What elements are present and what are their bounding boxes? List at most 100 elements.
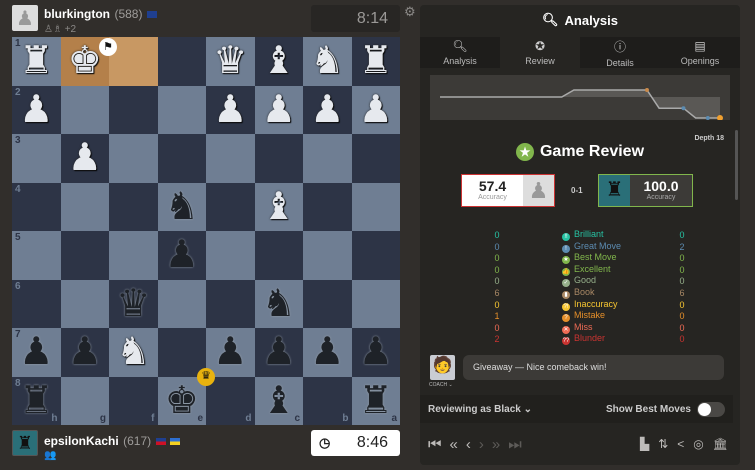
white-bishop-icon[interactable]: ♝ — [262, 42, 296, 80]
square-c2[interactable]: ♟ — [254, 85, 303, 134]
square-g3[interactable]: ♟ — [60, 134, 109, 183]
black-pawn-icon[interactable]: ♟ — [213, 333, 247, 371]
white-knight-icon[interactable]: ♞ — [310, 42, 344, 80]
square-f2[interactable] — [109, 85, 158, 134]
square-b2[interactable]: ♟ — [303, 85, 352, 134]
white-pawn-icon[interactable]: ♟ — [359, 91, 393, 129]
square-e7[interactable] — [157, 328, 206, 377]
square-g7[interactable]: ♟ — [60, 328, 109, 377]
eval-marker[interactable] — [681, 106, 686, 111]
bottom-player-avatar[interactable]: ♜ — [12, 430, 38, 456]
square-a6[interactable] — [351, 279, 400, 328]
black-pawn-icon[interactable]: ♟ — [359, 333, 393, 371]
square-h1[interactable]: 1 ♜ — [12, 37, 61, 86]
square-e3[interactable] — [157, 134, 206, 183]
square-h6[interactable]: 6 — [12, 279, 61, 328]
square-b4[interactable] — [303, 182, 352, 231]
square-e6[interactable] — [157, 279, 206, 328]
target-icon[interactable]: ◎ — [693, 437, 703, 451]
square-c6[interactable]: ♞ — [254, 279, 303, 328]
black-knight-icon[interactable]: ♞ — [165, 188, 199, 226]
top-player-name[interactable]: blurkington — [44, 7, 110, 21]
square-h7[interactable]: 7 ♟ — [12, 328, 61, 377]
show-best-moves-toggle[interactable] — [697, 401, 725, 417]
reviewing-as-dropdown[interactable]: Reviewing as Black ⌄ — [428, 404, 532, 415]
museum-icon[interactable]: 🏛︎ — [713, 437, 728, 451]
bar-chart-icon[interactable]: ▙ — [640, 437, 649, 451]
black-rook-icon[interactable]: ♜ — [19, 382, 53, 420]
square-c7[interactable]: ♟ — [254, 328, 303, 377]
square-d5[interactable] — [206, 231, 255, 280]
share-icon[interactable]: < — [677, 437, 684, 451]
top-player-avatar[interactable]: ♟ — [12, 5, 38, 31]
white-knight-icon[interactable]: ♞ — [116, 333, 150, 371]
square-a3[interactable] — [351, 134, 400, 183]
square-e1[interactable] — [157, 37, 206, 86]
square-f5[interactable] — [109, 231, 158, 280]
square-c8[interactable]: c ♝ — [254, 376, 303, 425]
square-b5[interactable] — [303, 231, 352, 280]
square-a8[interactable]: a ♜ — [351, 376, 400, 425]
square-a4[interactable] — [351, 182, 400, 231]
square-g4[interactable] — [60, 182, 109, 231]
black-king-icon[interactable]: ♚ — [165, 382, 199, 420]
square-c3[interactable] — [254, 134, 303, 183]
settings-gear-icon[interactable]: ⚙ — [404, 4, 416, 20]
tab-analysis[interactable]: 🔍︎ Analysis — [420, 37, 500, 68]
square-a5[interactable] — [351, 231, 400, 280]
square-h4[interactable]: 4 — [12, 182, 61, 231]
square-c5[interactable] — [254, 231, 303, 280]
coach-label[interactable]: COACH ⌄ — [429, 382, 453, 388]
square-g6[interactable] — [60, 279, 109, 328]
white-bishop-icon[interactable]: ♝ — [262, 188, 296, 226]
next-move-button[interactable]: › — [479, 436, 484, 453]
square-b8[interactable]: b — [303, 376, 352, 425]
square-b3[interactable] — [303, 134, 352, 183]
square-h8[interactable]: 8 h ♜ — [12, 376, 61, 425]
eval-graph[interactable] — [430, 75, 730, 120]
square-a2[interactable]: ♟ — [351, 85, 400, 134]
white-pawn-icon[interactable]: ♟ — [262, 91, 296, 129]
white-queen-icon[interactable]: ♛ — [213, 42, 247, 80]
square-f6[interactable]: ♛ — [109, 279, 158, 328]
black-rook-icon[interactable]: ♜ — [359, 382, 393, 420]
square-d7[interactable]: ♟ — [206, 328, 255, 377]
white-pawn-icon[interactable]: ♟ — [19, 91, 53, 129]
square-a7[interactable]: ♟ — [351, 328, 400, 377]
fast-forward-button[interactable]: » — [492, 436, 500, 453]
flip-board-icon[interactable]: ⇅ — [658, 437, 668, 451]
black-pawn-icon[interactable]: ♟ — [262, 333, 296, 371]
coach-avatar[interactable]: 🧑 — [430, 355, 455, 380]
rewind-button[interactable]: « — [450, 436, 458, 453]
square-h3[interactable]: 3 — [12, 134, 61, 183]
square-c1[interactable]: ♝ — [254, 37, 303, 86]
white-rook-icon[interactable]: ♜ — [19, 42, 53, 80]
black-pawn-icon[interactable]: ♟ — [310, 333, 344, 371]
square-d1[interactable]: ♛ — [206, 37, 255, 86]
square-a1[interactable]: ♜ — [351, 37, 400, 86]
square-d2[interactable]: ♟ — [206, 85, 255, 134]
white-rook-icon[interactable]: ♜ — [359, 42, 393, 80]
square-d6[interactable] — [206, 279, 255, 328]
square-e5[interactable]: ♟ — [157, 231, 206, 280]
square-f8[interactable]: f — [109, 376, 158, 425]
square-e8[interactable]: e ♚ ♛ — [157, 367, 215, 425]
square-g5[interactable] — [60, 231, 109, 280]
black-pawn-icon[interactable]: ♟ — [19, 333, 53, 371]
square-g8[interactable]: g — [60, 376, 109, 425]
square-f3[interactable] — [109, 134, 158, 183]
square-d4[interactable] — [206, 182, 255, 231]
previous-move-button[interactable]: ‹ — [466, 436, 471, 453]
chess-board[interactable]: 1 ♜ ♚ ⚑ ♛ ♝ ♞ ♜ 2 ♟ ♟ ♟ ♟ ♟ 3 ♟ 4 ♞ ♝ 5 ♟ 6 ♛ ♞ 7 ♟ ♟ ♞ ♟ ♟ ♟ ♟ 8 h ♜ g f e ♚ ♛… — [12, 37, 400, 425]
tab-review[interactable]: ✪ Review — [500, 37, 580, 68]
square-e2[interactable] — [157, 85, 206, 134]
square-h5[interactable]: 5 — [12, 231, 61, 280]
square-b7[interactable]: ♟ — [303, 328, 352, 377]
first-move-button[interactable]: ⏮ — [428, 436, 442, 453]
square-b1[interactable]: ♞ — [303, 37, 352, 86]
bottom-player-name[interactable]: epsilonKachi — [44, 434, 119, 448]
square-g2[interactable] — [60, 85, 109, 134]
black-bishop-icon[interactable]: ♝ — [262, 382, 296, 420]
square-f7[interactable]: ♞ — [109, 328, 158, 377]
tab-openings[interactable]: ▤ Openings — [660, 37, 740, 68]
